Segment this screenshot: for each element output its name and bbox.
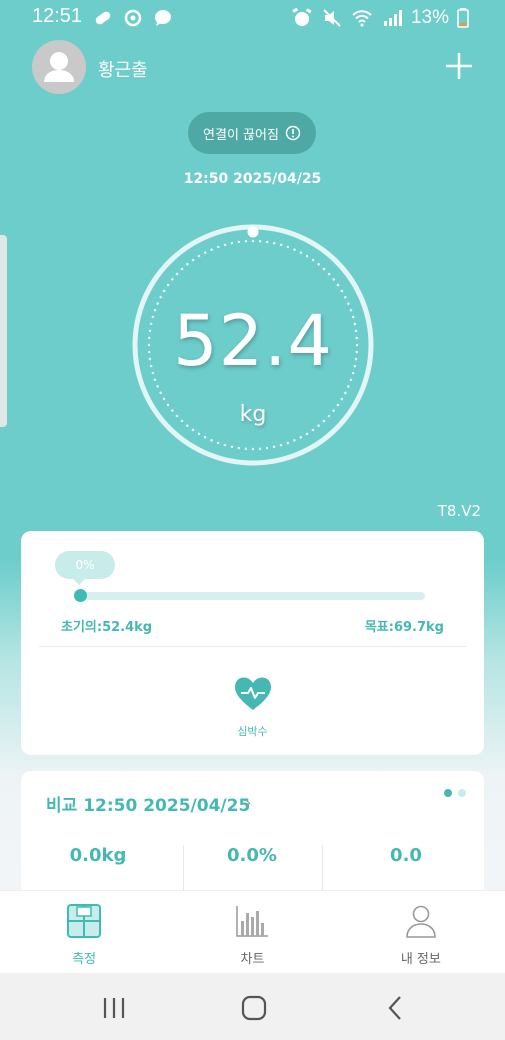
- info-icon: [285, 125, 301, 141]
- alarm-icon: [292, 8, 312, 26]
- progress-track: [79, 592, 425, 600]
- goal-weight[interactable]: 목표:69.7kg: [365, 616, 444, 635]
- comparison-title[interactable]: 비교 12:50 2025/04/25: [46, 791, 250, 816]
- profile-icon: [406, 905, 436, 938]
- battery-percent: 13%: [410, 7, 449, 28]
- page-dot-active: [444, 789, 452, 797]
- bottom-nav: 측정 차트 내 정보: [0, 890, 505, 973]
- chat-icon: [155, 10, 171, 26]
- initial-weight: 초기의:52.4kg: [61, 620, 153, 635]
- progress-percent-badge: 0%: [55, 551, 115, 585]
- status-right-icons: 13%: [291, 7, 469, 29]
- scale-icon: [67, 904, 102, 938]
- status-bar: 12:51 13%: [0, 0, 505, 36]
- status-left-icons: [92, 8, 174, 28]
- chevron-right-icon[interactable]: ›: [245, 793, 251, 812]
- pill-icon: [95, 11, 111, 25]
- goal-progress-card: 0% 초기의:52.4kg 목표:69.7kg 심박수: [21, 531, 484, 755]
- sync-icon: [124, 9, 142, 27]
- avatar[interactable]: [32, 40, 86, 94]
- recent-apps-icon[interactable]: [100, 995, 128, 1021]
- progress-marker: [74, 589, 87, 602]
- other-change-value: 0.0: [390, 845, 422, 866]
- username[interactable]: 황근출: [98, 56, 148, 82]
- status-time: 12:51: [32, 5, 83, 27]
- heart-rate-label[interactable]: 심박수: [21, 723, 484, 739]
- weight-unit: kg: [239, 402, 267, 427]
- connection-status-text: 연결이 끊어짐: [203, 127, 279, 143]
- device-model: T8.V2: [437, 502, 481, 520]
- percent-change-value: 0.0%: [227, 845, 277, 866]
- stat-divider: [183, 845, 184, 895]
- measurement-datetime: 12:50 2025/04/25: [183, 171, 322, 187]
- wifi-icon: [352, 10, 372, 27]
- mute-icon: [323, 9, 341, 27]
- nav-chart-label: 차트: [240, 952, 265, 967]
- page-indicator: [444, 789, 466, 797]
- weight-value: 52.4: [173, 300, 333, 382]
- side-panel-handle[interactable]: [0, 235, 7, 427]
- chart-icon: [236, 906, 269, 937]
- heart-rate-icon[interactable]: [233, 676, 273, 712]
- nav-measure[interactable]: 측정: [0, 891, 168, 973]
- card-divider: [39, 646, 466, 647]
- comparison-stats: 0.0kg 0.0% 0.0: [21, 845, 484, 866]
- signal-icon: [383, 10, 402, 26]
- nav-chart[interactable]: 차트: [168, 891, 336, 973]
- back-icon[interactable]: [382, 995, 410, 1021]
- page-dot: [458, 789, 466, 797]
- home-icon[interactable]: [240, 995, 268, 1021]
- weight-change-value: 0.0kg: [69, 845, 127, 866]
- system-nav-bar: [0, 973, 505, 1040]
- nav-profile-label: 내 정보: [400, 952, 441, 967]
- battery-icon: [457, 8, 469, 28]
- nav-measure-label: 측정: [72, 952, 97, 967]
- connection-status-pill[interactable]: 연결이 끊어짐: [188, 112, 316, 154]
- stat-divider: [322, 845, 323, 895]
- nav-profile[interactable]: 내 정보: [337, 891, 505, 973]
- user-silhouette-icon: [44, 52, 74, 82]
- add-button[interactable]: [443, 50, 475, 82]
